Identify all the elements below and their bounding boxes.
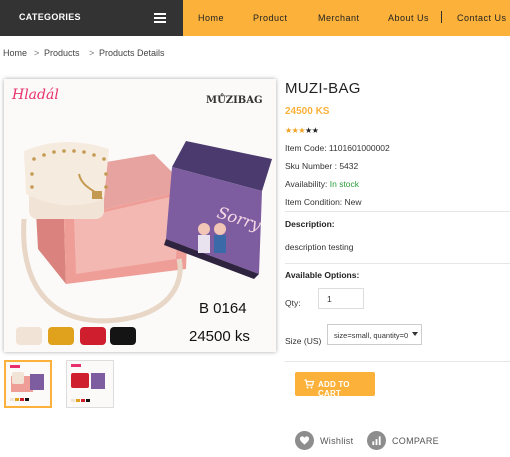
nav-product[interactable]: Product	[253, 13, 288, 23]
heart-icon	[299, 436, 310, 445]
bag-brand-logo: MŮZIBAG	[206, 94, 263, 106]
chevron-down-icon	[412, 332, 418, 336]
thumbnail-2[interactable]	[66, 360, 114, 408]
item-code: Item Code: 1101601000002	[285, 143, 390, 153]
hamburger-menu-icon[interactable]	[154, 13, 166, 23]
brand-logo: Hladál	[11, 87, 59, 103]
size-label: Size (US)	[285, 336, 322, 346]
quantity-input[interactable]: 1	[318, 288, 364, 309]
size-select-value: size=small, quantity=0	[334, 331, 409, 340]
categories-menu[interactable]: CATEGORIES	[0, 0, 183, 36]
breadcrumb-current: Products Details	[99, 48, 165, 58]
star-icon: ★	[285, 126, 292, 135]
nav-contact-us[interactable]: Contact Us	[457, 13, 507, 23]
star-icon: ★	[298, 126, 306, 135]
description-heading: Description:	[285, 219, 335, 229]
availability-value: In stock	[329, 179, 360, 189]
breadcrumb-products[interactable]: Products	[44, 48, 80, 58]
availability: Availability: In stock	[285, 179, 359, 189]
bar-chart-icon	[372, 436, 381, 446]
options-heading: Available Options:	[285, 270, 360, 280]
product-title: MUZI-BAG	[285, 80, 361, 97]
divider	[285, 361, 510, 362]
product-price-label: 24500 ks	[189, 328, 250, 345]
add-to-cart-button[interactable]: ADD TO CART	[295, 372, 375, 398]
product-code-label: B 0164	[199, 300, 247, 317]
breadcrumb-separator: >	[89, 48, 95, 58]
product-main-image[interactable]: Sorry Hladál MŮZIBAG B 0164 24500 ks	[4, 79, 276, 352]
size-select[interactable]: size=small, quantity=0	[327, 324, 422, 345]
description-text: description testing	[285, 242, 354, 252]
availability-label: Availability:	[285, 179, 328, 189]
categories-label: CATEGORIES	[19, 12, 81, 22]
thumbnail-1[interactable]	[4, 360, 52, 408]
add-to-cart-label: ADD TO CART	[318, 380, 350, 398]
nav-merchant[interactable]: Merchant	[318, 13, 360, 23]
breadcrumb-home[interactable]: Home	[3, 48, 27, 58]
wishlist-button[interactable]	[295, 431, 314, 450]
divider	[285, 211, 510, 212]
breadcrumb-separator: >	[34, 48, 40, 58]
product-photo: Sorry Hladál MŮZIBAG B 0164 24500 ks	[4, 79, 276, 352]
star-empty-icon: ★	[311, 126, 319, 135]
compare-button[interactable]	[367, 431, 386, 450]
top-navigation-bar: CATEGORIES Home Product Merchant About U…	[0, 0, 510, 36]
star-empty-icon: ★	[305, 126, 312, 135]
divider	[285, 263, 510, 264]
nav-about-us[interactable]: About Us	[388, 13, 429, 23]
item-condition: Item Condition: New	[285, 197, 362, 207]
wishlist-label[interactable]: Wishlist	[320, 436, 353, 446]
compare-label[interactable]: COMPARE	[392, 436, 439, 446]
nav-divider	[441, 11, 442, 23]
nav-home[interactable]: Home	[198, 13, 224, 23]
rating-stars: ★★★★★	[285, 126, 319, 135]
qty-label: Qty:	[285, 298, 301, 308]
cart-icon	[304, 379, 315, 389]
sku-number: Sku Number : 5432	[285, 161, 359, 171]
product-price: 24500 KS	[285, 106, 330, 117]
